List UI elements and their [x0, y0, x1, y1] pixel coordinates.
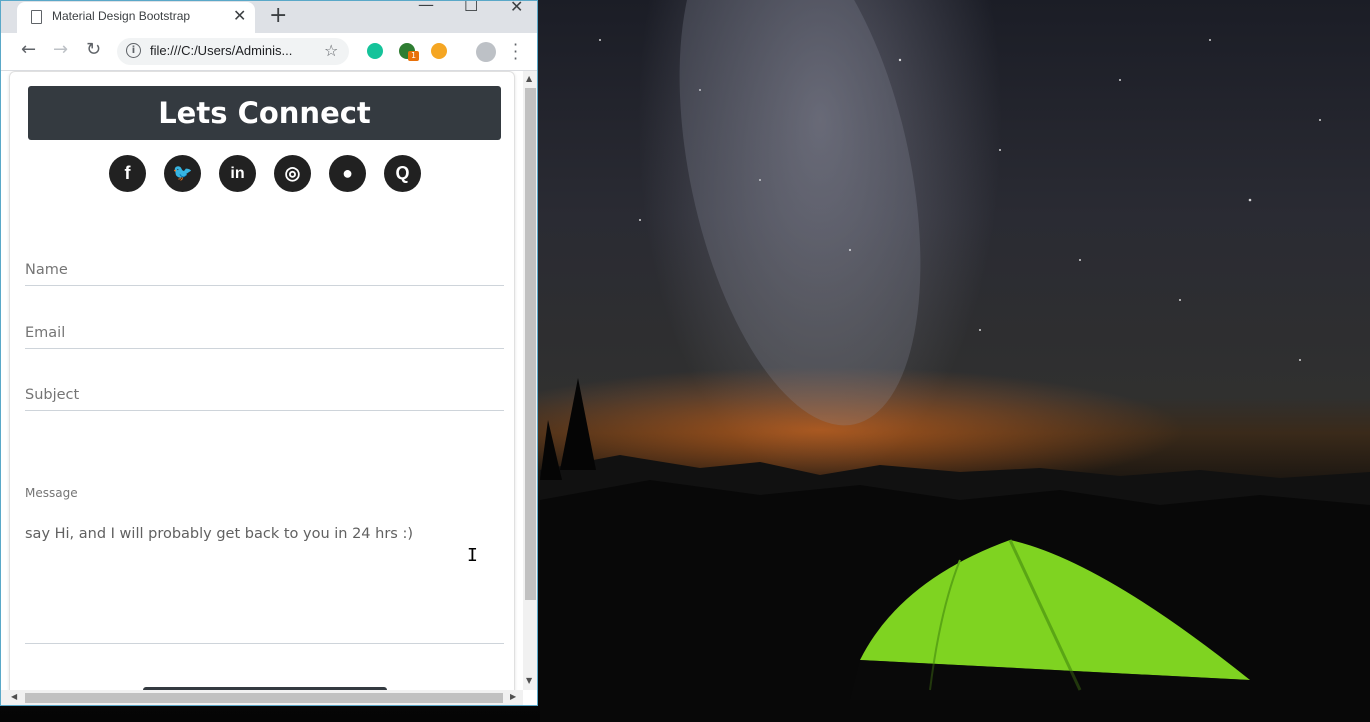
email-placeholder: Email	[25, 325, 66, 341]
scroll-right-icon[interactable]: ▶	[510, 692, 516, 701]
url-text[interactable]: file:///C:/Users/Adminis...	[150, 43, 292, 58]
github-icon[interactable]: ●	[329, 155, 366, 192]
subject-placeholder: Subject	[25, 387, 80, 403]
browser-tab[interactable]: Material Design Bootstrap ✕	[17, 2, 255, 33]
message-placeholder: say Hi, and I will probably get back to …	[25, 526, 413, 542]
back-arrow-icon[interactable]: ←	[21, 39, 36, 60]
facebook-icon[interactable]: f	[109, 155, 146, 192]
new-tab-button[interactable]: +	[269, 3, 287, 28]
compass-extension-icon[interactable]	[431, 43, 447, 59]
quora-icon[interactable]: Q	[384, 155, 421, 192]
info-icon[interactable]: i	[126, 43, 141, 58]
tab-title: Material Design Bootstrap	[52, 9, 191, 23]
address-bar[interactable]: i file:///C:/Users/Adminis... ☆	[117, 38, 349, 65]
page-viewport: Lets Connect f 🐦 in ◎ ● Q Name Email Sub…	[1, 71, 523, 690]
maximize-icon[interactable]: ☐	[464, 1, 478, 15]
forward-arrow-icon[interactable]: →	[53, 39, 68, 60]
subject-field[interactable]: Subject	[25, 382, 504, 411]
page-icon	[31, 10, 42, 24]
browser-window: Material Design Bootstrap ✕ + — ☐ ✕ ← → …	[0, 0, 538, 706]
text-cursor-icon: I	[467, 545, 478, 566]
extension-badge: 1	[408, 51, 419, 61]
email-field[interactable]: Email	[25, 320, 504, 349]
tab-strip: Material Design Bootstrap ✕ + — ☐ ✕	[1, 1, 537, 33]
grammarly-extension-icon[interactable]	[367, 43, 383, 59]
scroll-left-icon[interactable]: ◀	[11, 692, 17, 701]
profile-avatar-icon[interactable]	[476, 42, 496, 62]
bookmark-star-icon[interactable]: ☆	[324, 41, 338, 60]
instagram-icon[interactable]: ◎	[274, 155, 311, 192]
twitter-icon[interactable]: 🐦	[164, 155, 201, 192]
page-title: Lets Connect	[28, 86, 501, 140]
scroll-up-icon[interactable]: ▲	[526, 74, 532, 83]
message-label: Message	[25, 486, 78, 500]
horizontal-scrollbar[interactable]: ◀ ▶	[1, 690, 523, 705]
horizontal-scroll-thumb[interactable]	[25, 693, 503, 703]
browser-toolbar: ← → ↻ i file:///C:/Users/Adminis... ☆ 1 …	[1, 33, 537, 71]
linkedin-icon[interactable]: in	[219, 155, 256, 192]
vertical-scrollbar[interactable]: ▲ ▼	[523, 71, 537, 690]
name-field[interactable]: Name	[25, 257, 504, 286]
reload-icon[interactable]: ↻	[86, 39, 101, 60]
extension-icon[interactable]: 1	[399, 43, 419, 61]
tab-close-icon[interactable]: ✕	[233, 6, 246, 25]
scroll-down-icon[interactable]: ▼	[526, 676, 532, 685]
menu-icon[interactable]: · · ·	[513, 37, 518, 67]
name-placeholder: Name	[25, 262, 68, 278]
close-window-icon[interactable]: ✕	[510, 1, 523, 16]
minimize-icon[interactable]: —	[418, 1, 434, 14]
vertical-scroll-thumb[interactable]	[525, 88, 536, 600]
